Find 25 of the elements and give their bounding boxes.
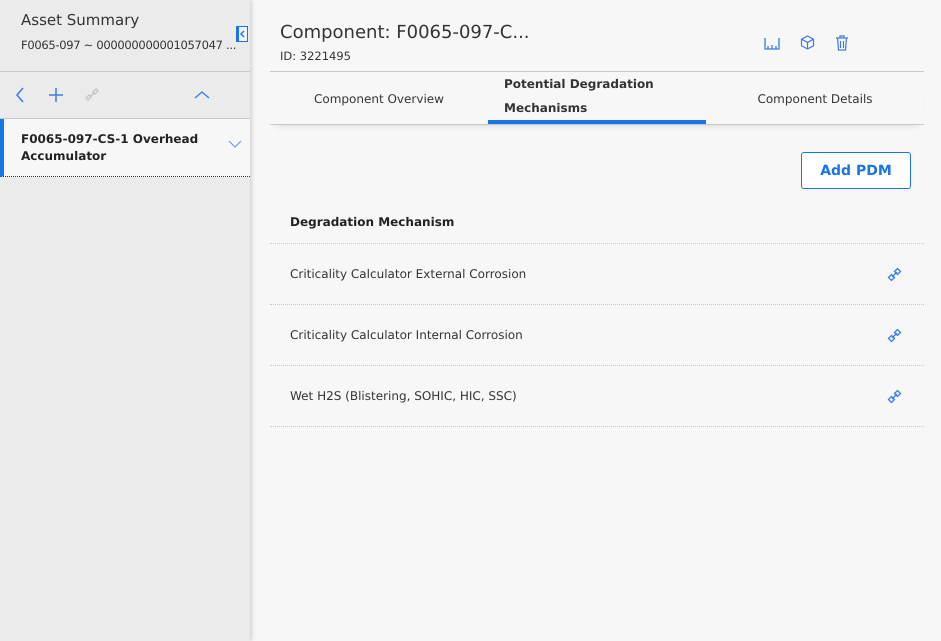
tab[interactable]: Component Overview — [270, 72, 488, 124]
back-icon — [16, 87, 24, 103]
tab[interactable]: Component Details — [706, 72, 924, 124]
table-cell: Wet H2S (Blistering, SOHIC, HIC, SSC) — [290, 389, 517, 403]
add-button[interactable] — [46, 85, 66, 105]
link-icon[interactable] — [887, 266, 902, 282]
add-icon — [47, 86, 65, 104]
table-cell: Criticality Calculator Internal Corrosion — [290, 328, 523, 342]
chevron-left-icon — [239, 30, 248, 38]
ruler-icon[interactable] — [764, 36, 780, 50]
cube-icon[interactable] — [800, 35, 815, 50]
link-icon[interactable] — [887, 388, 902, 404]
trash-icon[interactable] — [835, 34, 849, 50]
table-cell: Criticality Calculator External Corrosion — [290, 267, 526, 281]
chevron-down-icon[interactable] — [228, 140, 242, 148]
column-header: Degradation Mechanism — [270, 189, 924, 244]
collapse-sidebar-button[interactable] — [236, 26, 248, 42]
sidebar-title: Asset Summary — [21, 11, 140, 29]
asset-subtitle: F0065-097 ~ 000000000001057047 ... — [21, 38, 236, 52]
add-pdm-button[interactable]: Add PDM — [801, 152, 911, 189]
tab[interactable]: Potential Degradation Mechanisms — [488, 72, 706, 124]
link-icon[interactable] — [887, 328, 902, 342]
tree-item[interactable]: F0065-097-CS-1 Overhead Accumulator — [0, 119, 250, 177]
component-title: Component: F0065-097-C... — [280, 22, 531, 43]
component-id: ID: 3221495 — [280, 49, 352, 63]
